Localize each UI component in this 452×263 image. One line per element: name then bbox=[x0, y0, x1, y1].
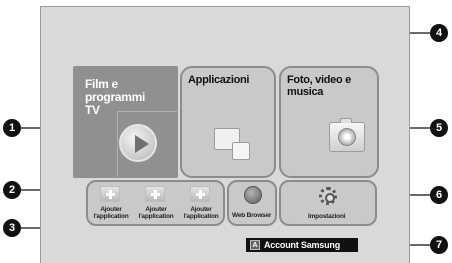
add-application-slot-2[interactable]: Ajouter l'application bbox=[134, 186, 178, 226]
callout-1: 1 bbox=[3, 119, 21, 137]
media-tile-title: Foto, video e musica bbox=[287, 74, 351, 98]
samsung-account-button[interactable]: A Account Samsung bbox=[246, 238, 358, 252]
camera-icon bbox=[329, 118, 365, 152]
add-application-label: Ajouter l'application bbox=[93, 206, 129, 220]
add-application-label: Ajouter l'application bbox=[183, 206, 219, 220]
film-tile-title: Film e programmi TV bbox=[85, 77, 145, 117]
web-browser-button[interactable]: Web Browser bbox=[227, 180, 277, 226]
play-icon bbox=[119, 124, 157, 162]
web-browser-label: Web Browser bbox=[232, 212, 272, 219]
callout-3: 3 bbox=[3, 219, 21, 237]
film-tv-tile[interactable]: Film e programmi TV bbox=[73, 66, 178, 178]
photo-video-music-tile[interactable]: Foto, video e musica bbox=[279, 66, 379, 178]
add-application-slot-3[interactable]: Ajouter l'application bbox=[179, 186, 223, 226]
callout-6: 6 bbox=[430, 186, 448, 204]
apps-icon bbox=[214, 128, 254, 162]
settings-button[interactable]: Impostazioni bbox=[279, 180, 377, 226]
a-button-icon: A bbox=[250, 240, 260, 250]
plus-icon bbox=[190, 186, 210, 202]
callout-2: 2 bbox=[3, 181, 21, 199]
callout-5: 5 bbox=[430, 119, 448, 137]
plus-icon bbox=[100, 186, 120, 202]
account-label: Account Samsung bbox=[264, 240, 341, 250]
add-application-slot-1[interactable]: Ajouter l'application bbox=[89, 186, 133, 226]
gear-icon bbox=[319, 187, 337, 205]
callout-7: 7 bbox=[430, 236, 448, 254]
callout-4: 4 bbox=[430, 24, 448, 42]
applications-tile-title: Applicazioni bbox=[188, 74, 250, 86]
add-application-label: Ajouter l'application bbox=[138, 206, 174, 220]
add-application-group: Ajouter l'application Ajouter l'applicat… bbox=[86, 180, 225, 226]
settings-label: Impostazioni bbox=[308, 213, 346, 220]
globe-icon bbox=[244, 186, 262, 204]
applications-tile[interactable]: Applicazioni bbox=[180, 66, 276, 178]
plus-icon bbox=[145, 186, 165, 202]
